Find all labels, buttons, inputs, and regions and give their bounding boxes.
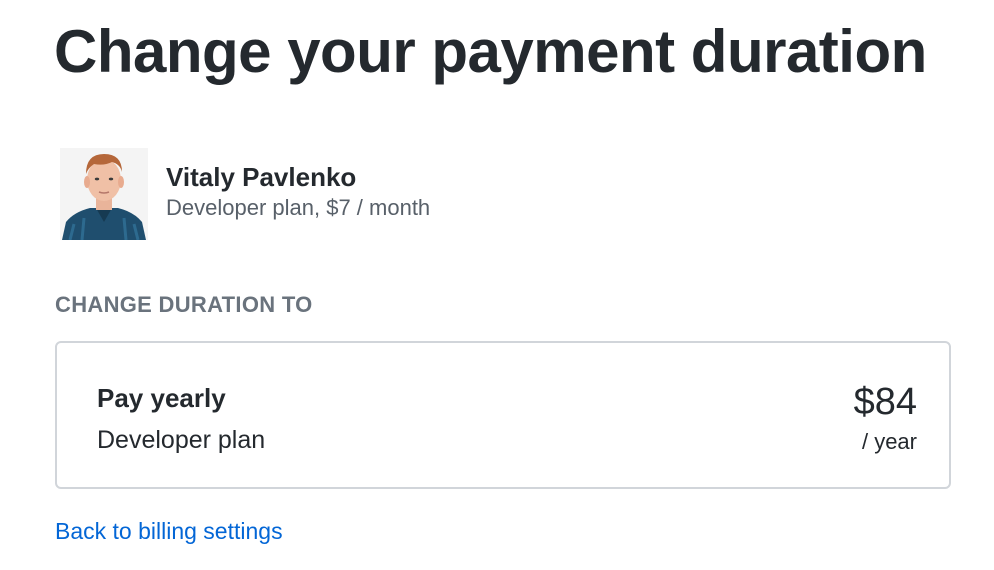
account-text: Vitaly Pavlenko Developer plan, $7 / mon… — [166, 161, 430, 223]
avatar — [60, 148, 148, 240]
duration-section-label: CHANGE DURATION TO — [55, 292, 313, 317]
account-plan: Developer plan, $7 / month — [166, 195, 431, 220]
page: Change your payment duration Vitaly Pavl… — [0, 0, 994, 570]
option-title: Pay yearly — [97, 383, 226, 413]
back-to-billing-link[interactable]: Back to billing settings — [55, 515, 283, 547]
account-name: Vitaly Pavlenko — [166, 162, 357, 192]
option-plan: Developer plan — [97, 426, 266, 454]
option-price: $84 — [853, 381, 917, 423]
page-title: Change your payment duration — [54, 18, 927, 85]
pay-yearly-option[interactable]: Pay yearly Developer plan $84 / year — [55, 341, 951, 489]
option-period: / year — [861, 429, 917, 454]
avatar-portrait-icon — [60, 148, 148, 240]
account-summary: Vitaly Pavlenko Developer plan, $7 / mon… — [60, 148, 430, 240]
